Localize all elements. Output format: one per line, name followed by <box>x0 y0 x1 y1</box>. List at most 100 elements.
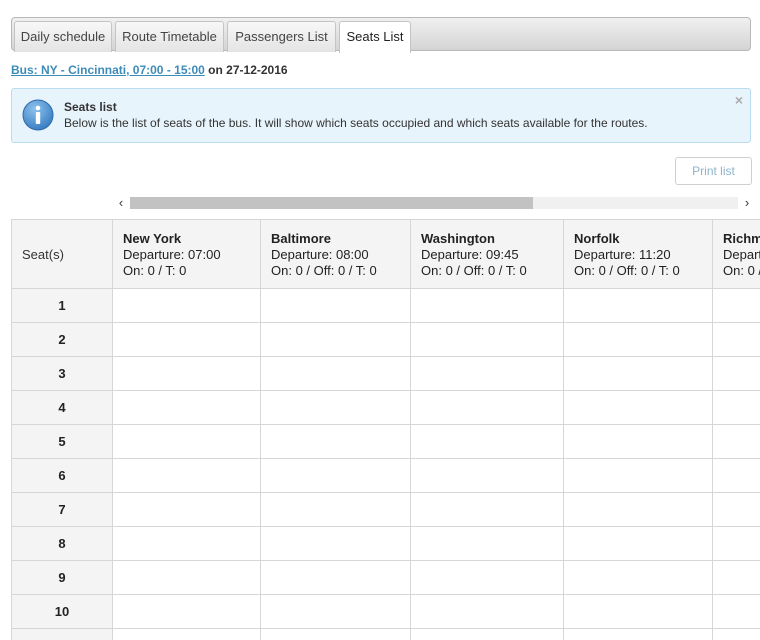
seat-cell[interactable] <box>410 628 564 640</box>
stop-departure: Departure: 12:40 <box>723 247 760 262</box>
close-icon[interactable]: × <box>735 92 743 108</box>
seat-cell[interactable] <box>112 560 261 595</box>
table-row: 2 <box>11 322 760 357</box>
seat-cell[interactable] <box>712 560 760 595</box>
seat-number: 3 <box>11 356 113 391</box>
seat-cell[interactable] <box>112 390 261 425</box>
seat-cell[interactable] <box>410 458 564 493</box>
tab-seats-list[interactable]: Seats List <box>339 21 411 53</box>
seat-cell[interactable] <box>112 526 261 561</box>
seat-cell[interactable] <box>410 322 564 357</box>
print-list-button[interactable]: Print list <box>675 157 752 185</box>
seat-cell[interactable] <box>112 424 261 459</box>
table-row <box>11 628 760 640</box>
seat-cell[interactable] <box>260 356 411 391</box>
seat-cell[interactable] <box>260 526 411 561</box>
bus-info-line: Bus: NY - Cincinnati, 07:00 - 15:00 on 2… <box>11 63 288 77</box>
scrollbar-track[interactable] <box>130 197 738 209</box>
seat-cell[interactable] <box>563 424 713 459</box>
seat-number: 10 <box>11 594 113 629</box>
info-text: Below is the list of seats of the bus. I… <box>64 116 648 130</box>
seats-table-viewport: Seat(s) New York Departure: 07:00 On: 0 / … <box>11 219 760 640</box>
table-row: 9 <box>11 560 760 595</box>
seat-cell[interactable] <box>410 424 564 459</box>
seat-cell[interactable] <box>410 526 564 561</box>
stop-counts: On: 0 / Off: 0 / T: 0 <box>574 263 680 278</box>
seat-cell[interactable] <box>712 322 760 357</box>
seat-number: 1 <box>11 288 113 323</box>
info-box: Seats list Below is the list of seats of… <box>11 88 751 143</box>
seat-cell[interactable] <box>712 424 760 459</box>
seat-cell[interactable] <box>112 458 261 493</box>
stop-counts: On: 0 / Off: 0 / T: 0 <box>421 263 527 278</box>
seat-cell[interactable] <box>260 458 411 493</box>
seat-cell[interactable] <box>112 628 261 640</box>
stop-departure: Departure: 11:20 <box>574 247 671 262</box>
info-title: Seats list <box>64 100 117 114</box>
stop-header: New York Departure: 07:00 On: 0 / T: 0 <box>112 219 261 289</box>
seat-cell[interactable] <box>410 356 564 391</box>
tab-passengers-list[interactable]: Passengers List <box>227 21 336 52</box>
seat-cell[interactable] <box>563 594 713 629</box>
tab-daily-schedule[interactable]: Daily schedule <box>14 21 112 52</box>
bus-route-link[interactable]: Bus: NY - Cincinnati, 07:00 - 15:00 <box>11 63 205 77</box>
stop-header: Baltimore Departure: 08:00 On: 0 / Off: 0 … <box>260 219 411 289</box>
seat-cell[interactable] <box>563 628 713 640</box>
seat-cell[interactable] <box>112 356 261 391</box>
seat-cell[interactable] <box>712 390 760 425</box>
seat-cell[interactable] <box>260 628 411 640</box>
seat-cell[interactable] <box>410 492 564 527</box>
stop-departure: Departure: 09:45 <box>421 247 519 262</box>
seat-cell[interactable] <box>112 492 261 527</box>
seat-cell[interactable] <box>260 594 411 629</box>
scroll-right-arrow-icon[interactable]: › <box>740 194 754 212</box>
seat-cell[interactable] <box>260 390 411 425</box>
seat-cell[interactable] <box>563 560 713 595</box>
seat-cell[interactable] <box>563 322 713 357</box>
seat-cell[interactable] <box>260 322 411 357</box>
seat-cell[interactable] <box>410 594 564 629</box>
table-row: 5 <box>11 424 760 459</box>
stop-departure: Departure: 07:00 <box>123 247 221 262</box>
seat-cell[interactable] <box>260 560 411 595</box>
stop-name: New York <box>123 231 182 246</box>
seat-cell[interactable] <box>712 356 760 391</box>
seat-cell[interactable] <box>563 458 713 493</box>
scrollbar-thumb[interactable] <box>130 197 533 209</box>
table-header-row: Seat(s) New York Departure: 07:00 On: 0 / … <box>11 219 760 289</box>
stop-name: Baltimore <box>271 231 331 246</box>
seat-number: 8 <box>11 526 113 561</box>
table-row: 6 <box>11 458 760 493</box>
seat-cell[interactable] <box>410 390 564 425</box>
seat-cell[interactable] <box>260 424 411 459</box>
seat-cell[interactable] <box>563 492 713 527</box>
table-row: 8 <box>11 526 760 561</box>
stop-counts: On: 0 / T: 0 <box>123 263 187 278</box>
table-row: 10 <box>11 594 760 629</box>
seat-number <box>11 628 113 640</box>
seat-cell[interactable] <box>260 288 411 323</box>
seat-cell[interactable] <box>112 322 261 357</box>
horizontal-scrollbar[interactable]: ‹ › <box>114 194 754 212</box>
seat-cell[interactable] <box>410 288 564 323</box>
seat-cell[interactable] <box>563 288 713 323</box>
seat-cell[interactable] <box>712 594 760 629</box>
seat-cell[interactable] <box>712 288 760 323</box>
seat-cell[interactable] <box>260 492 411 527</box>
seat-column-header: Seat(s) <box>11 219 113 289</box>
table-row: 7 <box>11 492 760 527</box>
bus-date: on 27-12-2016 <box>204 63 288 77</box>
seat-cell[interactable] <box>712 492 760 527</box>
seat-cell[interactable] <box>712 628 760 640</box>
seat-cell[interactable] <box>112 594 261 629</box>
scroll-left-arrow-icon[interactable]: ‹ <box>114 194 128 212</box>
seat-cell[interactable] <box>563 526 713 561</box>
seat-number: 5 <box>11 424 113 459</box>
seat-cell[interactable] <box>563 356 713 391</box>
seat-cell[interactable] <box>410 560 564 595</box>
seat-cell[interactable] <box>112 288 261 323</box>
seat-cell[interactable] <box>563 390 713 425</box>
seat-cell[interactable] <box>712 458 760 493</box>
seat-cell[interactable] <box>712 526 760 561</box>
tab-route-timetable[interactable]: Route Timetable <box>115 21 224 52</box>
